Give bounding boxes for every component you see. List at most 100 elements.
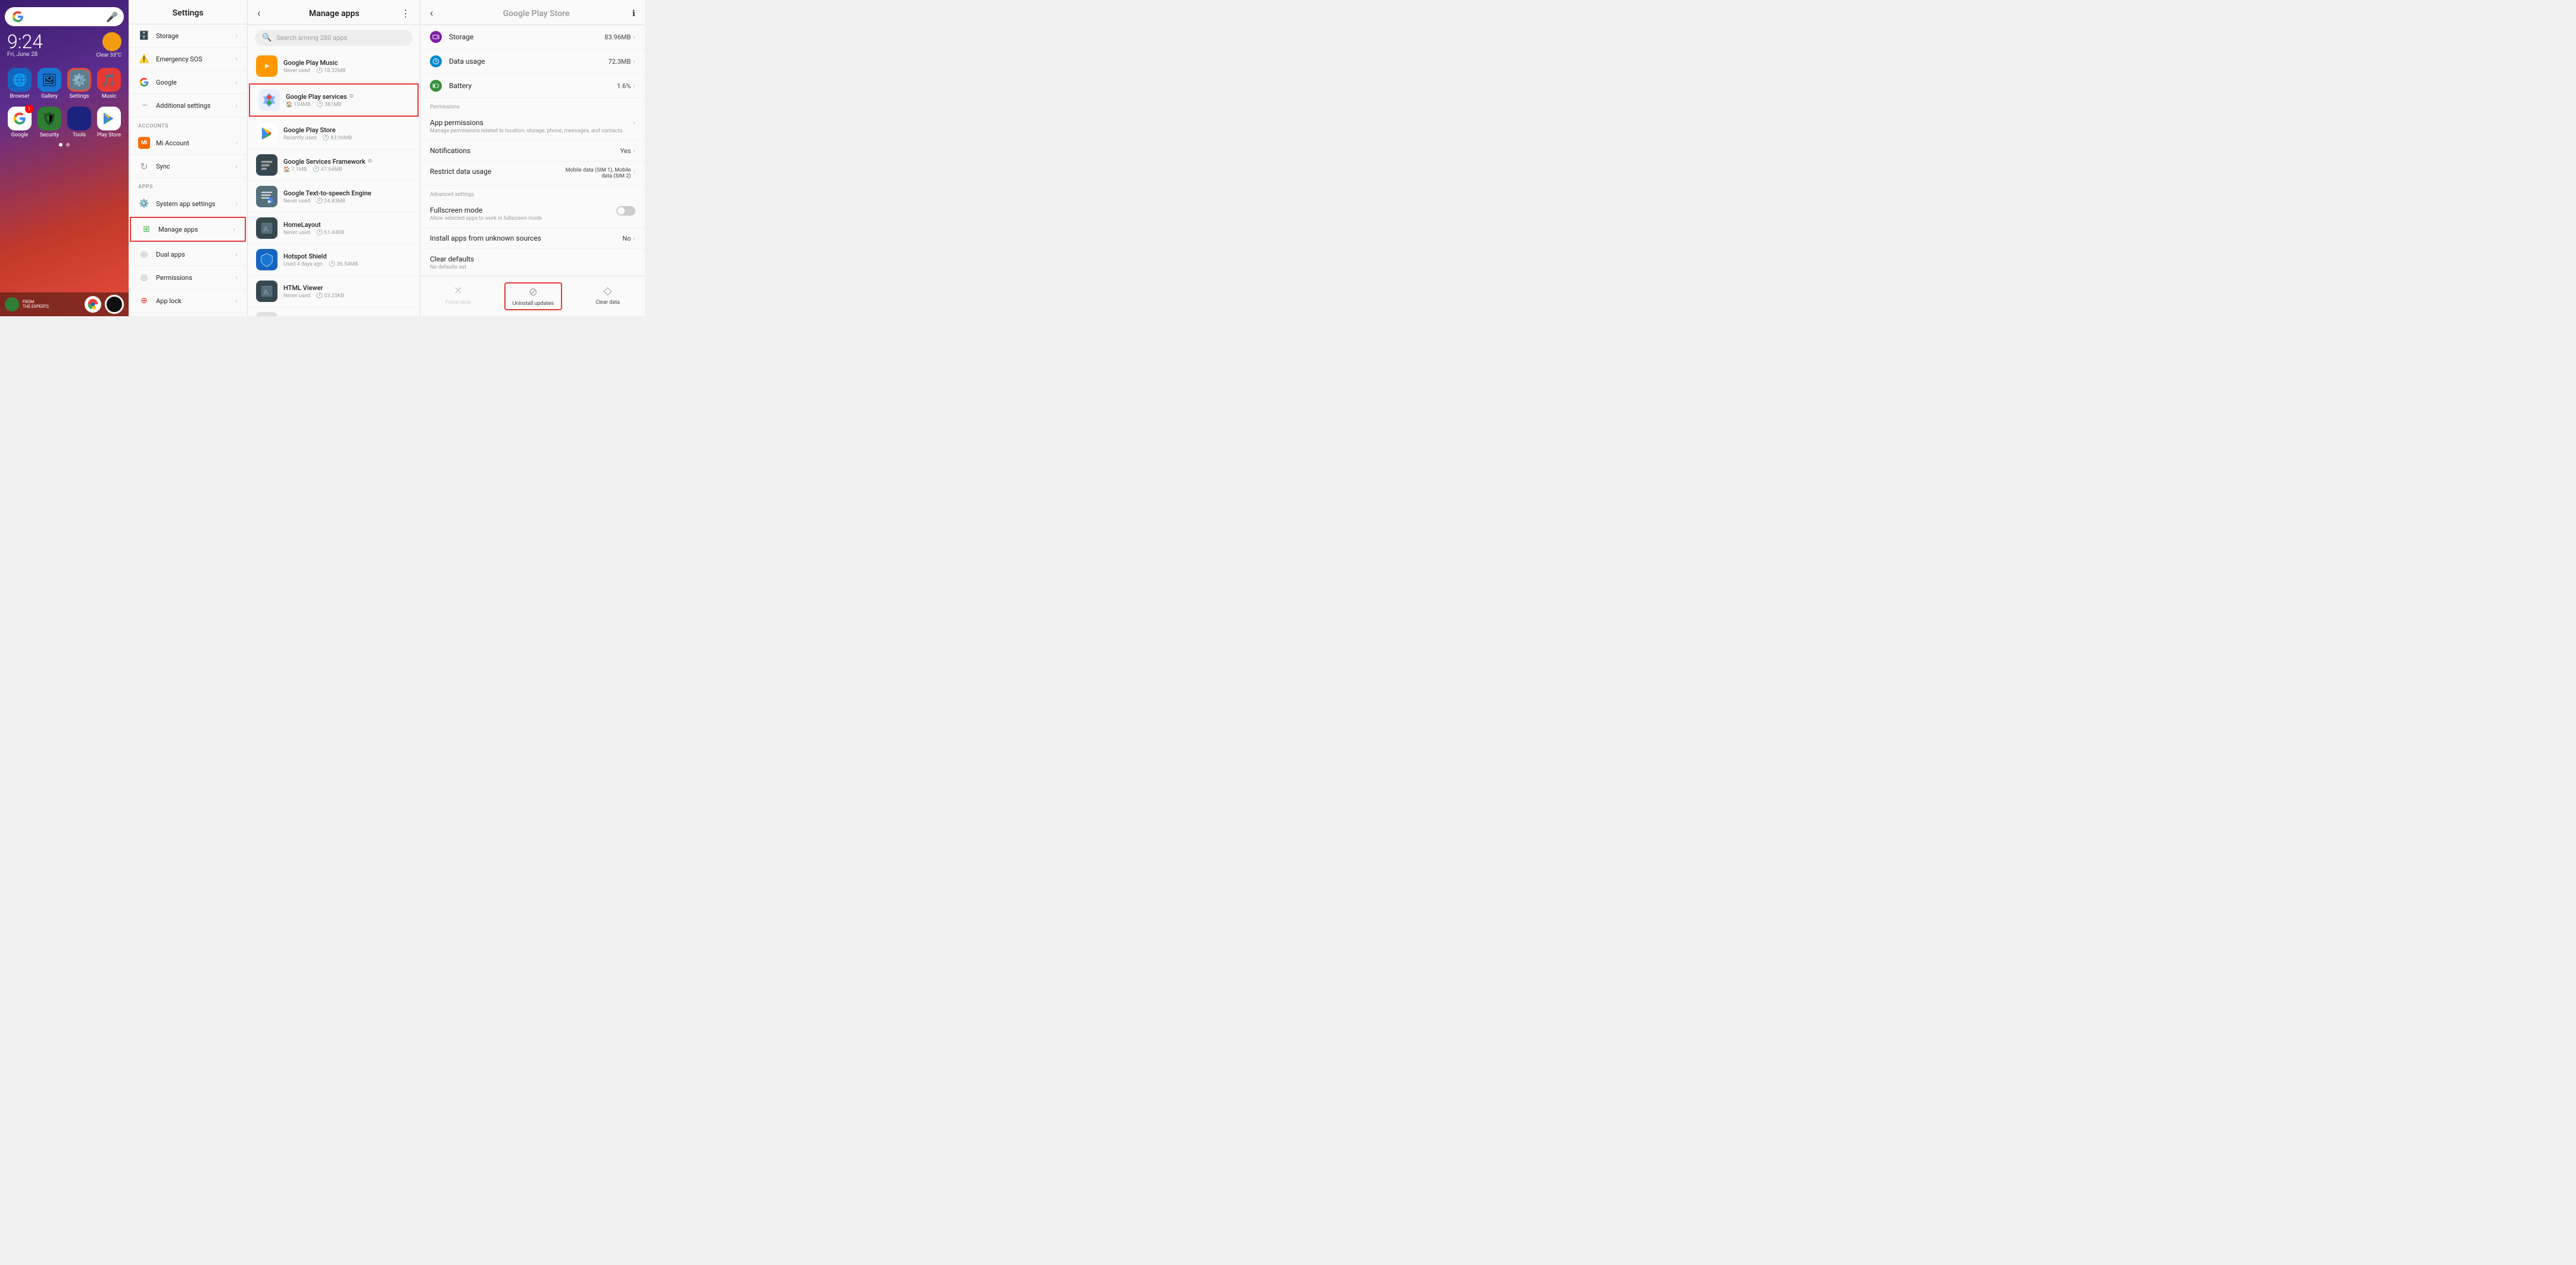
app-music[interactable]: 🎵 Music xyxy=(96,68,121,99)
mi-account-icon: Mi xyxy=(138,137,150,149)
list-item[interactable]: Google Services Framework ⚙ 🏠 7.1MB 🕐 47… xyxy=(248,149,420,181)
settings-item-storage[interactable]: 🗄️ Storage › xyxy=(129,24,247,48)
clear-defaults-item[interactable]: Clear defaults No defaults set. xyxy=(420,249,645,276)
app-icon xyxy=(258,89,280,111)
chevron-icon: › xyxy=(235,273,238,282)
list-item[interactable]: ▶ Google Text-to-speech Engine Never use… xyxy=(248,181,420,213)
svg-text:A: A xyxy=(263,288,269,297)
camera-icon xyxy=(105,295,124,314)
security-app-icon: 🛡 xyxy=(38,107,61,130)
app-size: 🕐 47.54MB xyxy=(313,167,342,173)
settings-panel: Settings 🗄️ Storage › ⚠️ Emergency SOS ›… xyxy=(129,0,248,316)
list-item[interactable]: A HomeLayout Never used 🕐 61.44KB xyxy=(248,213,420,244)
storage-detail-item[interactable]: Storage 83.96MB › xyxy=(420,25,645,49)
app-tools[interactable]: Tools xyxy=(67,107,92,138)
back-button[interactable]: ‹ xyxy=(430,7,433,20)
settings-item-manage-apps[interactable]: ⊞ Manage apps › xyxy=(130,217,246,242)
list-item[interactable]: A HybridAccessory Never used 🕐 53.25KB xyxy=(248,307,420,316)
clear-data-action[interactable]: ◇ Clear data xyxy=(588,282,627,310)
browser-label: Browser xyxy=(10,94,30,99)
app-google[interactable]: 1 Google xyxy=(7,107,32,138)
settings-item-app-lock[interactable]: ⊕ App lock › xyxy=(129,289,247,313)
settings-item-system-app[interactable]: ⚙️ System app settings › xyxy=(129,192,247,216)
fullscreen-toggle[interactable] xyxy=(616,206,635,216)
info-button[interactable]: ℹ xyxy=(632,9,635,18)
app-security[interactable]: 🛡 Security xyxy=(37,107,62,138)
list-item[interactable]: Hotspot Shield Used 4 days ago 🕐 36.54MB xyxy=(248,244,420,276)
app-playstore[interactable]: Play Store xyxy=(96,107,121,138)
list-item[interactable]: Google Play Music Never used 🕐 18.32MB xyxy=(248,51,420,82)
restrict-data-item[interactable]: Restrict data usage Mobile data (SIM 1),… xyxy=(420,161,645,186)
uninstall-label: Uninstall updates xyxy=(513,301,554,307)
list-item[interactable]: A HTML Viewer Never used 🕐 53.25KB xyxy=(248,276,420,307)
back-button[interactable]: ‹ xyxy=(257,7,260,20)
list-item[interactable]: Google Play services ⚙ 🏠 134MB 🕐 381MB xyxy=(249,83,419,117)
mi-account-label: Mi Account xyxy=(156,139,235,147)
uninstall-updates-action[interactable]: ⊘ Uninstall updates xyxy=(504,282,562,310)
fullscreen-item[interactable]: Fullscreen mode Allow selected apps to w… xyxy=(420,200,645,228)
app-details-content: Storage 83.96MB › Data usage 72.3MB › Ba… xyxy=(420,25,645,276)
settings-item-sync[interactable]: ↻ Sync › xyxy=(129,155,247,178)
app-icon: A xyxy=(256,281,277,302)
tools-icon xyxy=(67,107,91,130)
install-unknown-item[interactable]: Install apps from unknown sources No › xyxy=(420,228,645,249)
notifications-item[interactable]: Notifications Yes › xyxy=(420,141,645,161)
data-usage-detail-item[interactable]: Data usage 72.3MB › xyxy=(420,49,645,74)
app-settings[interactable]: ⚙️ Settings xyxy=(67,68,92,99)
toggle-switch[interactable] xyxy=(616,206,635,216)
chrome-icon xyxy=(85,296,101,313)
app-gallery[interactable]: 🖼 Gallery xyxy=(37,68,62,99)
playstore-icon xyxy=(97,107,121,130)
settings-item-google[interactable]: Google › xyxy=(129,71,247,94)
gallery-label: Gallery xyxy=(41,94,58,99)
settings-list: 🗄️ Storage › ⚠️ Emergency SOS › Google ›… xyxy=(129,24,247,316)
app-usage: Never used xyxy=(283,230,310,236)
sync-icon: ↻ xyxy=(138,160,150,172)
time-weather-widget: 9:24 Fri, June 28 Clear 33°C xyxy=(5,32,124,58)
google-search-bar[interactable]: 🎤 xyxy=(5,7,124,26)
chevron-right-icon: › xyxy=(633,119,635,127)
more-button[interactable]: ⋮ xyxy=(401,8,410,19)
permissions-icon: ◎ xyxy=(138,272,150,283)
weather-icon xyxy=(102,32,121,51)
apps-list: Google Play Music Never used 🕐 18.32MB xyxy=(248,51,420,316)
uninstall-icon: ⊘ xyxy=(529,286,538,298)
app-info: Google Play Store Recently used 🕐 83.96M… xyxy=(283,126,411,141)
fullscreen-label: Fullscreen mode xyxy=(430,206,616,214)
data-usage-icon xyxy=(430,55,442,67)
force-stop-action[interactable]: ✕ Force stop xyxy=(438,282,478,310)
install-unknown-value: No xyxy=(622,235,631,242)
chevron-icon: › xyxy=(235,200,238,208)
settings-item-emergency[interactable]: ⚠️ Emergency SOS › xyxy=(129,48,247,71)
settings-item-permissions[interactable]: ◎ Permissions › xyxy=(129,266,247,289)
settings-item-dual-apps[interactable]: ◎ Dual apps › xyxy=(129,243,247,266)
app-icon xyxy=(256,55,277,77)
search-apps-bar[interactable]: 🔍 Search among 280 apps xyxy=(255,30,413,46)
notifications-value: Yes xyxy=(620,147,631,155)
app-browser[interactable]: 🌐 Browser xyxy=(7,68,32,99)
svg-text:A: A xyxy=(263,225,269,234)
app-grid-row1: 🌐 Browser 🖼 Gallery ⚙️ Settings 🎵 Music xyxy=(5,68,124,99)
app-info: HomeLayout Never used 🕐 61.44KB xyxy=(283,221,411,236)
watermark-logo xyxy=(5,297,19,311)
battery-detail-item[interactable]: Battery 1.6% › xyxy=(420,74,645,98)
mic-icon[interactable]: 🎤 xyxy=(106,11,117,22)
settings-item-mi-account[interactable]: Mi Mi Account › xyxy=(129,132,247,155)
chevron-icon: › xyxy=(235,55,238,63)
advanced-section-label: Advanced settings xyxy=(420,186,645,200)
storage-detail-icon xyxy=(430,31,442,43)
settings-header: Settings xyxy=(129,0,247,24)
chevron-icon: › xyxy=(235,139,238,147)
settings-title: Settings xyxy=(138,8,238,18)
settings-item-feedback[interactable]: ? Feedback › xyxy=(129,313,247,316)
app-permissions-item[interactable]: App permissions › Manage permissions rel… xyxy=(420,113,645,141)
page-dots xyxy=(5,143,124,147)
app-name: Google Play Store xyxy=(283,126,411,134)
list-item[interactable]: Google Play Store Recently used 🕐 83.96M… xyxy=(248,118,420,149)
browser-icon: 🌐 xyxy=(8,68,32,92)
settings-item-additional[interactable]: ··· Additional settings › xyxy=(129,94,247,117)
clock-date: Fri, June 28 xyxy=(7,51,43,58)
app-info: Google Play Music Never used 🕐 18.32MB xyxy=(283,59,411,74)
clear-defaults-label: Clear defaults xyxy=(430,255,635,263)
accounts-section-label: ACCOUNTS xyxy=(129,117,247,132)
